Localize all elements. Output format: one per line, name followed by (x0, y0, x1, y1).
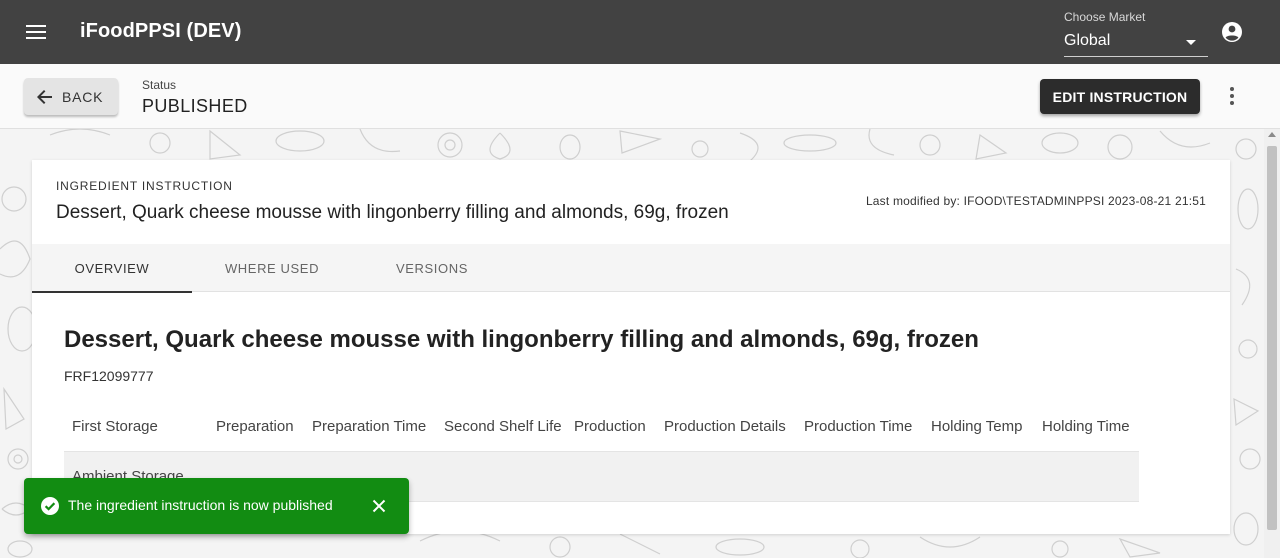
market-select[interactable]: Choose Market Global (1064, 10, 1208, 57)
app-title: iFoodPPSI (DEV) (80, 20, 242, 42)
product-code: FRF12099777 (64, 368, 154, 384)
column-header: Production Details (664, 418, 786, 435)
card-kicker: INGREDIENT INSTRUCTION (56, 179, 233, 193)
column-header: Preparation (216, 418, 294, 435)
snackbar-message: The ingredient instruction is now publis… (68, 497, 333, 513)
app-bar: iFoodPPSI (DEV) Choose Market Global (0, 0, 1280, 64)
back-button-label: BACK (62, 88, 104, 105)
status-label: Status (142, 78, 177, 92)
card-subtitle: Dessert, Quark cheese mousse with lingon… (56, 202, 729, 223)
column-header: Preparation Time (312, 418, 427, 435)
market-select-value: Global (1064, 32, 1111, 49)
menu-icon (26, 25, 46, 39)
back-button[interactable]: BACK (24, 78, 118, 115)
edit-instruction-button[interactable]: EDIT INSTRUCTION (1040, 79, 1200, 114)
scrollbar-thumb[interactable] (1267, 146, 1277, 530)
more-options-button[interactable] (1220, 84, 1244, 108)
status-value: PUBLISHED (142, 96, 248, 116)
account-button[interactable] (1219, 19, 1245, 45)
select-underline (1064, 56, 1208, 57)
tab-versions[interactable]: VERSIONS (352, 244, 512, 292)
tab-label: VERSIONS (396, 260, 468, 276)
dropdown-caret-icon (1186, 40, 1196, 45)
column-header: Production (574, 418, 646, 435)
success-snackbar: The ingredient instruction is now publis… (24, 478, 409, 534)
column-header: First Storage (72, 418, 158, 435)
account-circle-icon (1222, 22, 1242, 42)
close-icon[interactable] (370, 497, 388, 515)
active-tab-indicator (32, 291, 192, 293)
product-title: Dessert, Quark cheese mousse with lingon… (64, 326, 979, 353)
tab-bar: OVERVIEW WHERE USED VERSIONS (32, 244, 1230, 293)
column-header: Holding Time (1042, 418, 1130, 435)
market-select-label: Choose Market (1064, 10, 1146, 24)
tab-overview[interactable]: OVERVIEW (32, 244, 192, 293)
check-circle-icon (41, 497, 59, 515)
page-toolbar: BACK Status PUBLISHED EDIT INSTRUCTION (0, 64, 1280, 129)
arrow-left-icon (37, 89, 52, 104)
menu-button[interactable] (20, 16, 52, 48)
last-modified-text: Last modified by: IFOOD\TESTADMINPPSI 20… (865, 194, 1206, 208)
column-header: Production Time (804, 418, 913, 435)
scroll-up-arrow-icon[interactable] (1268, 132, 1276, 137)
more-vert-icon (1230, 87, 1234, 105)
tab-where-used[interactable]: WHERE USED (192, 244, 352, 292)
column-header: Holding Temp (931, 418, 1023, 435)
column-header: Second Shelf Life (444, 418, 562, 435)
table-header: First Storage Preparation Preparation Ti… (64, 404, 1139, 452)
tab-label: OVERVIEW (74, 260, 150, 276)
tab-label: WHERE USED (224, 260, 320, 276)
